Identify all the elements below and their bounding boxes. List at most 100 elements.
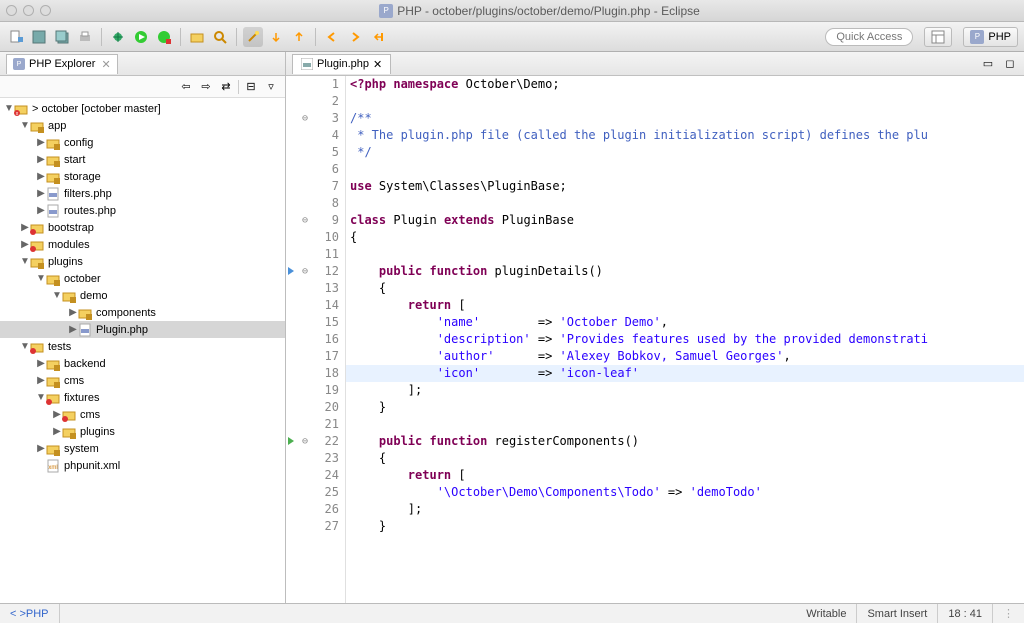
tree-node[interactable]: ▶cms xyxy=(0,372,285,389)
svg-text:xml: xml xyxy=(48,465,57,471)
tree-label: demo xyxy=(80,290,108,302)
twisty-icon[interactable]: ▶ xyxy=(36,375,46,386)
explorer-tab-label: PHP Explorer xyxy=(29,58,95,70)
twisty-icon[interactable]: ▶ xyxy=(36,188,46,199)
folder-err-icon xyxy=(30,221,44,235)
php-icon: P xyxy=(970,30,984,44)
php-perspective-button[interactable]: P PHP xyxy=(963,27,1018,47)
nav-last-edit-button[interactable] xyxy=(368,27,388,47)
twisty-icon[interactable]: ▶ xyxy=(36,154,46,165)
tree-node[interactable]: ▶backend xyxy=(0,355,285,372)
new-button[interactable] xyxy=(6,27,26,47)
tree-node[interactable]: ▼ demo xyxy=(0,287,285,304)
tree-node[interactable]: ▼x> october [october master] xyxy=(0,100,285,117)
twisty-icon[interactable]: ▶ xyxy=(68,307,78,318)
quick-access-input[interactable]: Quick Access xyxy=(825,28,913,46)
tree-label: config xyxy=(64,137,93,149)
status-overflow[interactable]: ⋮ xyxy=(993,604,1024,623)
code-content[interactable]: <?php namespace October\Demo; /** * The … xyxy=(346,76,1024,603)
tree-node[interactable]: ▶Plugin.php xyxy=(0,321,285,338)
tree-node[interactable]: ▶plugins xyxy=(0,423,285,440)
tree-node[interactable]: ▶ components xyxy=(0,304,285,321)
tree-node[interactable]: ▶routes.php xyxy=(0,202,285,219)
maximize-view-icon[interactable]: ◻ xyxy=(1002,56,1018,72)
twisty-icon[interactable]: ▶ xyxy=(68,324,78,335)
annotation-next-button[interactable] xyxy=(266,27,286,47)
folder-pkg-icon xyxy=(46,374,60,388)
main-area: P PHP Explorer ✕ ⇦ ⇨ ⇄ ⊟ ▿ ▼x> october [… xyxy=(0,52,1024,603)
run-ext-button[interactable] xyxy=(154,27,174,47)
tree-label: components xyxy=(96,307,156,319)
twisty-icon[interactable]: ▶ xyxy=(36,137,46,148)
minimize-view-icon[interactable]: ▭ xyxy=(980,56,996,72)
php-file-icon xyxy=(301,58,313,70)
twisty-icon[interactable]: ▼ xyxy=(20,341,30,352)
tree-node[interactable]: ▶ modules xyxy=(0,236,285,253)
twisty-icon[interactable]: ▼ xyxy=(20,256,30,267)
twisty-icon[interactable]: ▼ xyxy=(52,290,62,301)
tree-node[interactable]: ▶system xyxy=(0,440,285,457)
twisty-icon[interactable]: ▼ xyxy=(36,273,46,284)
tree-node[interactable]: ▶ config xyxy=(0,134,285,151)
twisty-icon[interactable]: ▼ xyxy=(20,120,30,131)
open-perspective-button[interactable] xyxy=(924,27,952,47)
nav-back-button[interactable] xyxy=(322,27,342,47)
twisty-icon[interactable]: ▶ xyxy=(20,239,30,250)
tree-node[interactable]: ▼app xyxy=(0,117,285,134)
tree-node[interactable]: ▶filters.php xyxy=(0,185,285,202)
tree-node[interactable]: ▶cms xyxy=(0,406,285,423)
collapse-all-icon[interactable]: ⊟ xyxy=(243,79,259,95)
tree-label: tests xyxy=(48,341,71,353)
editor-tab-plugin[interactable]: Plugin.php ✕ xyxy=(292,54,391,74)
project-tree[interactable]: ▼x> october [october master]▼app▶config▶… xyxy=(0,98,285,603)
open-type-button[interactable] xyxy=(187,27,207,47)
twisty-icon[interactable]: ▶ xyxy=(52,409,62,420)
close-icon[interactable]: ✕ xyxy=(101,58,110,71)
tree-node[interactable]: ▼october xyxy=(0,270,285,287)
folder-pkg-icon xyxy=(62,425,76,439)
tree-node[interactable]: ▶start xyxy=(0,151,285,168)
explorer-tab[interactable]: P PHP Explorer ✕ xyxy=(6,54,118,74)
tree-node[interactable]: ▶storage xyxy=(0,168,285,185)
proj-err-icon: x xyxy=(14,102,28,116)
save-button[interactable] xyxy=(29,27,49,47)
run-button[interactable] xyxy=(131,27,151,47)
zoom-window-button[interactable] xyxy=(40,5,51,16)
nav-fwd-button[interactable] xyxy=(345,27,365,47)
editor-tab-label: Plugin.php xyxy=(317,58,369,70)
view-menu-icon[interactable]: ▿ xyxy=(263,79,279,95)
search-button[interactable] xyxy=(210,27,230,47)
tree-node[interactable]: ▼plugins xyxy=(0,253,285,270)
code-editor[interactable]: 1234567891011121314151617181920212223242… xyxy=(286,76,1024,603)
print-button[interactable] xyxy=(75,27,95,47)
link-editor-icon[interactable]: ⇄ xyxy=(218,79,234,95)
status-bar: < > PHP Writable Smart Insert 18 : 41 ⋮ xyxy=(0,603,1024,623)
twisty-icon[interactable]: ▼ xyxy=(4,103,14,114)
twisty-icon[interactable]: ▼ xyxy=(36,392,46,403)
php-explorer-view: P PHP Explorer ✕ ⇦ ⇨ ⇄ ⊟ ▿ ▼x> october [… xyxy=(0,52,286,603)
tree-node[interactable]: xmlphpunit.xml xyxy=(0,457,285,474)
twisty-icon[interactable]: ▶ xyxy=(20,222,30,233)
tree-label: bootstrap xyxy=(48,222,94,234)
save-all-button[interactable] xyxy=(52,27,72,47)
close-window-button[interactable] xyxy=(6,5,17,16)
tree-label: modules xyxy=(48,239,90,251)
minimize-window-button[interactable] xyxy=(23,5,34,16)
twisty-icon[interactable]: ▶ xyxy=(36,358,46,369)
twisty-icon[interactable]: ▶ xyxy=(36,443,46,454)
annotation-prev-button[interactable] xyxy=(289,27,309,47)
tree-node[interactable]: ▼fixtures xyxy=(0,389,285,406)
line-gutter[interactable]: 1234567891011121314151617181920212223242… xyxy=(300,76,346,603)
php-icon xyxy=(78,323,92,337)
twisty-icon[interactable]: ▶ xyxy=(36,205,46,216)
tree-node[interactable]: ▼ tests xyxy=(0,338,285,355)
twisty-icon[interactable]: ▶ xyxy=(36,171,46,182)
twisty-icon[interactable]: ▶ xyxy=(52,426,62,437)
wand-button[interactable] xyxy=(243,27,263,47)
forward-icon[interactable]: ⇨ xyxy=(198,79,214,95)
close-icon[interactable]: ✕ xyxy=(373,58,382,71)
debug-button[interactable] xyxy=(108,27,128,47)
back-icon[interactable]: ⇦ xyxy=(178,79,194,95)
folder-pkg-icon xyxy=(46,136,60,150)
tree-node[interactable]: ▶ bootstrap xyxy=(0,219,285,236)
